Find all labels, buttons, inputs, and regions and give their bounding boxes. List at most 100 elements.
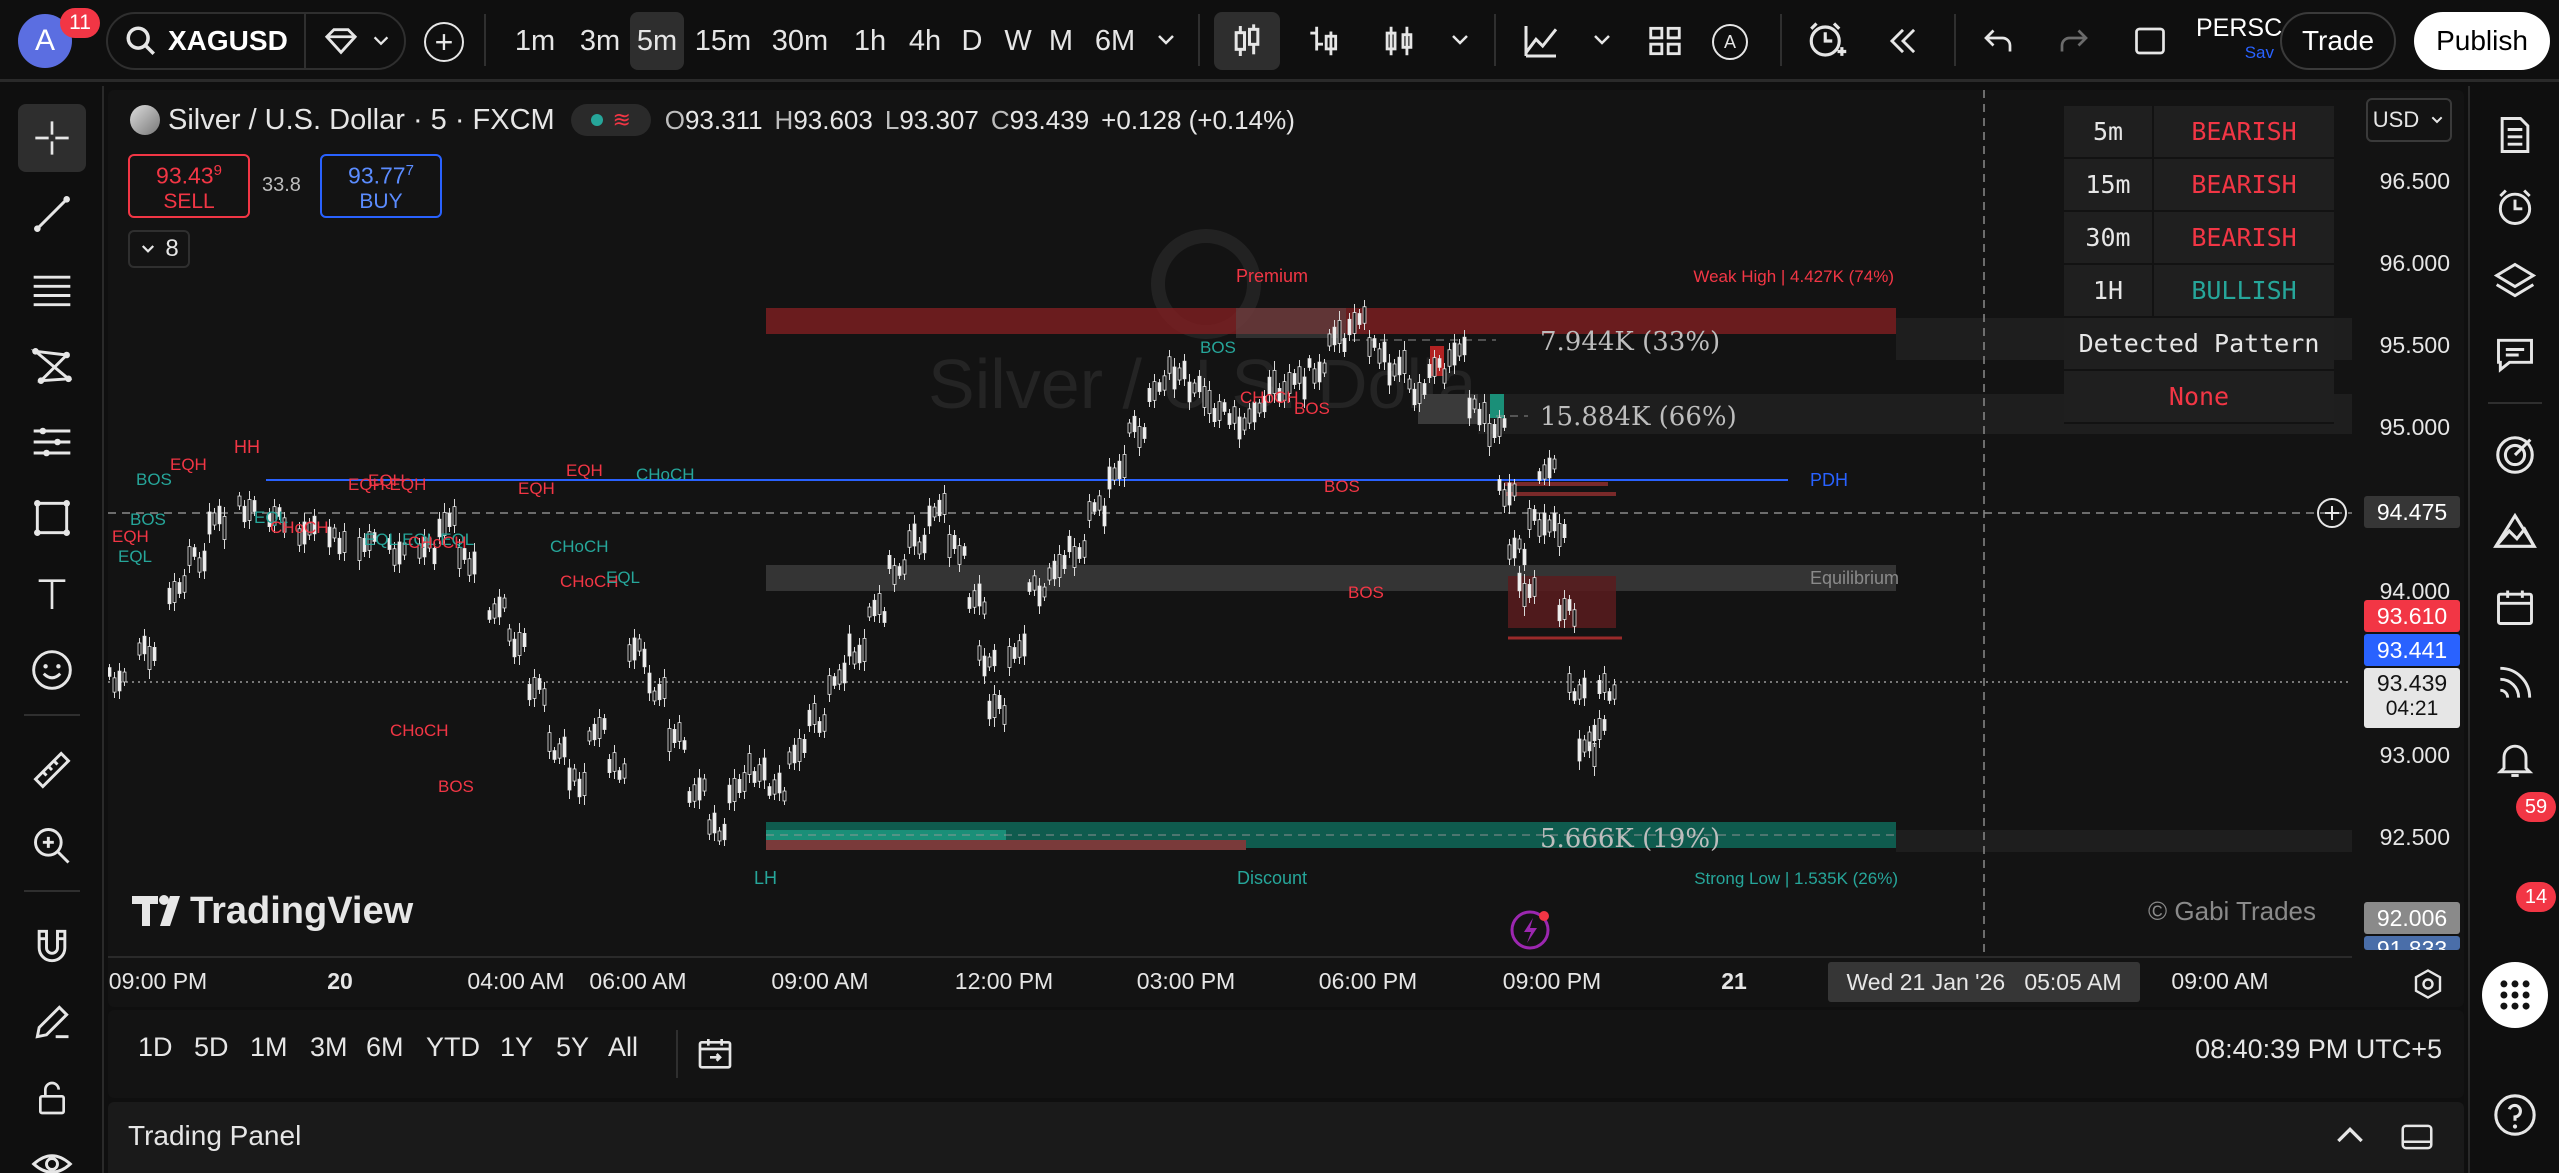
indicators-toggle[interactable]: 8	[128, 230, 190, 268]
trend-line-tool[interactable]	[18, 180, 86, 248]
magnet-tool[interactable]	[18, 912, 86, 980]
chevron-down-icon[interactable]	[1590, 28, 1614, 52]
range-6m[interactable]: 6M	[366, 1032, 404, 1063]
candle-body	[1087, 501, 1092, 521]
redo-button[interactable]	[2044, 12, 2104, 70]
crosshair-tool[interactable]	[18, 104, 86, 172]
object-tree-button[interactable]	[2480, 246, 2550, 316]
hide-tool[interactable]	[18, 1130, 86, 1173]
interval-d[interactable]: D	[952, 12, 992, 70]
market-status[interactable]: ≋	[570, 104, 651, 136]
icon-tool[interactable]	[18, 636, 86, 704]
interval-1h[interactable]: 1h	[844, 12, 896, 70]
shapes-tool[interactable]	[18, 484, 86, 552]
interval-30m[interactable]: 30m	[760, 12, 840, 70]
fullscreen-button[interactable]	[2124, 12, 2176, 70]
interval-1m[interactable]: 1m	[506, 12, 564, 70]
range-ytd[interactable]: YTD	[426, 1032, 480, 1063]
candle-body	[357, 537, 362, 561]
chart-settings-icon[interactable]	[2410, 966, 2446, 1002]
interval-15m[interactable]: 15m	[690, 12, 756, 70]
range-3m[interactable]: 3M	[310, 1032, 348, 1063]
watchlist-button[interactable]	[2480, 100, 2550, 170]
notifications-button[interactable]	[2480, 724, 2550, 794]
pattern-tool[interactable]	[18, 332, 86, 400]
interval-3m[interactable]: 3m	[574, 12, 626, 70]
symbol-title[interactable]: Silver / U.S. Dollar · 5 · FXCM	[168, 104, 555, 137]
go-to-date-button[interactable]	[690, 1030, 740, 1078]
drawing-mode-tool[interactable]	[18, 988, 86, 1056]
range-1d[interactable]: 1D	[138, 1032, 173, 1063]
time-scale[interactable]: 09:00 PM 20 04:00 AM 06:00 AM 09:00 AM 12:00 …	[108, 956, 2352, 1006]
bar-chart-type-button[interactable]	[1292, 12, 1354, 70]
teal-ob-1	[1490, 394, 1504, 418]
alarm-clock-icon	[2498, 189, 2532, 225]
interval-w[interactable]: W	[998, 12, 1038, 70]
range-all[interactable]: All	[608, 1032, 638, 1063]
indicator-template-button[interactable]	[1368, 12, 1430, 70]
symbol-search[interactable]: XAGUSD	[106, 12, 406, 70]
candle-body	[247, 499, 252, 521]
forecasting-tool[interactable]	[18, 408, 86, 476]
alert-a-icon[interactable]: A	[1712, 24, 1748, 60]
lock-tool[interactable]	[18, 1064, 86, 1132]
chart-pane[interactable]: Silver / U.S. Dolla BOS EQH BOS EQH EQL …	[108, 90, 2464, 1007]
lightning-icon[interactable]	[1510, 910, 1550, 950]
interval-m[interactable]: M	[1042, 12, 1080, 70]
sell-button[interactable]: 93.439 SELL	[128, 154, 250, 218]
fib-tool[interactable]	[18, 256, 86, 324]
alert-button[interactable]	[1796, 12, 1858, 70]
measure-tool[interactable]	[18, 736, 86, 804]
interval-6m[interactable]: 6M	[1084, 12, 1146, 70]
streams-button[interactable]	[2480, 648, 2550, 718]
buy-button[interactable]: 93.777 BUY	[320, 154, 442, 218]
replay-button[interactable]	[1872, 12, 1934, 70]
range-1y[interactable]: 1Y	[500, 1032, 533, 1063]
low-value: 93.307	[899, 104, 979, 135]
timezone-clock[interactable]: 08:40:39 PM UTC+5	[2195, 1034, 2442, 1065]
price-scale[interactable]: USD 96.500 96.000 95.500 95.000 94.000 93.000…	[2352, 90, 2464, 950]
smc-label: EQH	[518, 479, 555, 498]
candle-body	[202, 550, 207, 572]
candle-body	[792, 744, 797, 764]
currency-selector[interactable]: USD	[2366, 98, 2452, 142]
chevron-down-icon[interactable]	[1154, 28, 1178, 52]
screener-button[interactable]	[2480, 420, 2550, 490]
time-tick: 03:00 PM	[1136, 968, 1236, 994]
chart-canvas[interactable]: Silver / U.S. Dolla BOSEQHBOSEQHEQLCHoCH…	[108, 90, 2352, 956]
candle-body	[497, 596, 502, 618]
calendar-button[interactable]	[2480, 572, 2550, 642]
undo-button[interactable]	[1968, 12, 2028, 70]
candle-body	[1577, 684, 1582, 700]
compare-symbol-button[interactable]: +	[424, 22, 464, 62]
indicators-button[interactable]	[1510, 12, 1572, 70]
candle-body	[392, 548, 397, 566]
chats-button[interactable]	[2480, 320, 2550, 390]
interval-5m[interactable]: 5m	[630, 12, 684, 70]
candle-body	[1482, 402, 1487, 424]
help-button[interactable]	[2480, 1080, 2550, 1150]
products-button[interactable]	[2482, 962, 2548, 1028]
hh-label: HH	[234, 437, 260, 457]
candle-body	[977, 645, 982, 661]
candles-chart-type-button[interactable]	[1214, 12, 1280, 70]
chevron-down-icon[interactable]	[370, 30, 392, 52]
notifications-badge: 14	[2516, 882, 2556, 912]
trade-button[interactable]: Trade	[2280, 12, 2396, 70]
ideas-button[interactable]	[2480, 496, 2550, 566]
range-5y[interactable]: 5Y	[556, 1032, 589, 1063]
publish-button[interactable]: Publish	[2414, 12, 2550, 70]
diamond-icon[interactable]	[324, 26, 358, 56]
range-1m[interactable]: 1M	[250, 1032, 288, 1063]
layout-name[interactable]: PERSC Sav	[2196, 14, 2282, 70]
range-5d[interactable]: 5D	[194, 1032, 229, 1063]
chevron-up-icon[interactable]	[2330, 1116, 2370, 1156]
trading-panel-tab[interactable]: Trading Panel	[128, 1120, 301, 1152]
chevron-down-icon[interactable]	[1448, 28, 1472, 52]
alerts-button[interactable]	[2480, 172, 2550, 242]
interval-4h[interactable]: 4h	[902, 12, 948, 70]
text-tool[interactable]	[18, 560, 86, 628]
zoom-tool[interactable]	[18, 812, 86, 880]
layouts-button[interactable]	[1634, 12, 1696, 70]
maximize-panel-icon[interactable]	[2398, 1118, 2436, 1156]
